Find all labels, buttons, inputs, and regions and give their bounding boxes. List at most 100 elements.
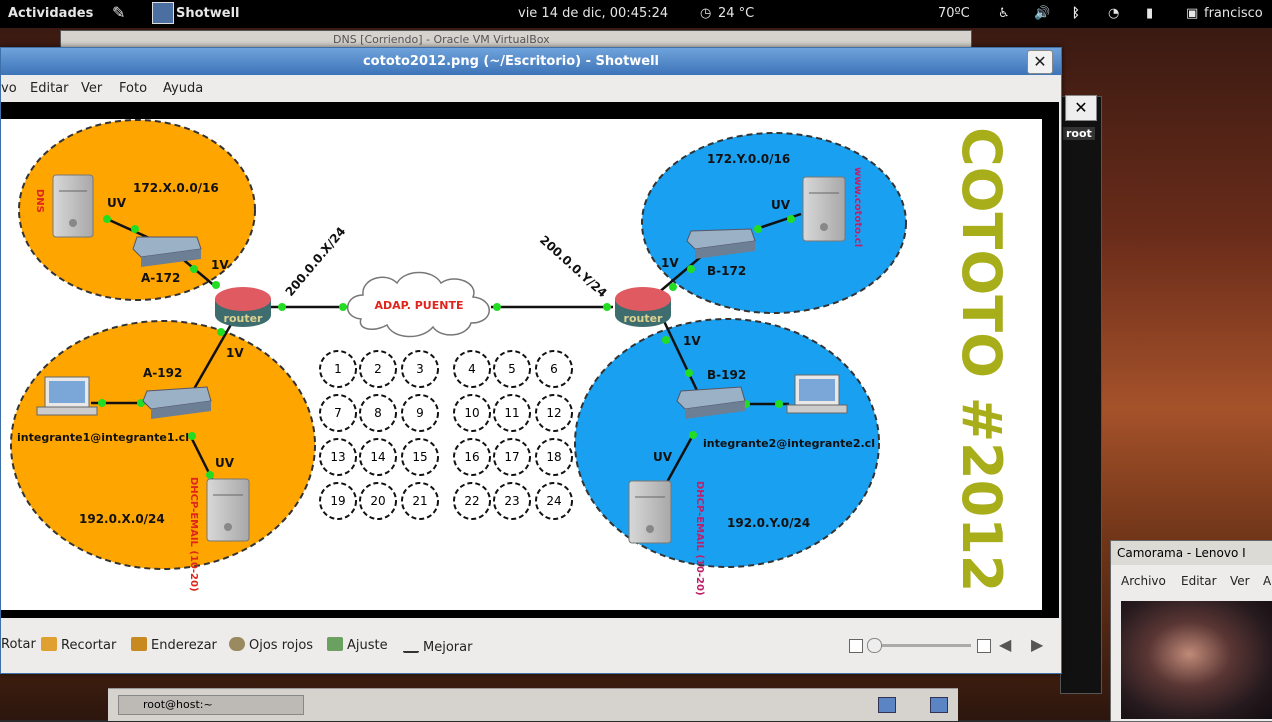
uv-label: UV — [771, 198, 791, 212]
photo-viewer[interactable]: router router ADAP. PUENTE 200.0.0.X/24 … — [1, 102, 1059, 618]
group-number-label: 16 — [464, 450, 479, 464]
title-bar[interactable]: cototo2012.png (~/Escritorio) - Shotwell… — [1, 48, 1061, 75]
host-label: integrante1@integrante1.cl — [17, 431, 189, 444]
laptop-icon — [36, 376, 98, 416]
group-number-label: 2 — [374, 362, 382, 376]
network-label: 172.Y.0.0/16 — [707, 152, 790, 166]
adjust-icon — [327, 637, 343, 651]
wifi-icon[interactable]: ◔ — [1108, 6, 1119, 21]
group-number-label: 19 — [330, 494, 345, 508]
server-label: www.cototo.cl — [852, 167, 863, 247]
diagram-heading: COTOTO #2012 — [950, 127, 1013, 592]
edit-toolbar: Rotar Recortar Enderezar Ojos rojos Ajus… — [1, 623, 1059, 673]
workspace-icon[interactable] — [878, 697, 896, 713]
menu-bar: vo Editar Ver Foto Ayuda — [1, 75, 1061, 101]
server-icon — [802, 176, 846, 242]
battery-icon[interactable]: ▮ — [1146, 6, 1153, 21]
rotate-button[interactable]: Rotar — [1, 637, 36, 652]
terminal-tab-root[interactable]: root — [1063, 127, 1095, 140]
menu-ver[interactable]: Ver — [81, 81, 102, 96]
left-wan-label: 200.0.0.X/24 — [283, 224, 349, 299]
vlan-label: 1V — [661, 256, 679, 270]
camorama-menu-more[interactable]: A — [1263, 574, 1271, 588]
bluetooth-icon[interactable]: ᛒ — [1072, 6, 1080, 21]
group-number-label: 23 — [504, 494, 519, 508]
red-eye-button[interactable]: Ojos rojos — [229, 637, 313, 653]
app-foot-icon: ✎ — [112, 3, 126, 22]
group-number-label: 3 — [416, 362, 424, 376]
next-photo-icon[interactable]: ▶ — [1031, 635, 1043, 654]
straighten-icon — [131, 637, 147, 651]
weather-text[interactable]: 24 °C — [718, 6, 754, 21]
accessibility-icon[interactable]: ♿ — [998, 6, 1010, 21]
camorama-title: Camorama - Lenovo I — [1117, 546, 1246, 560]
network-diagram-image: router router ADAP. PUENTE 200.0.0.X/24 … — [1, 119, 1042, 610]
webcam-preview — [1121, 601, 1272, 719]
camorama-menu-archivo[interactable]: Archivo — [1121, 574, 1166, 588]
shotwell-window: cototo2012.png (~/Escritorio) - Shotwell… — [0, 47, 1062, 674]
bottom-taskbar: root@host:~ — [108, 688, 958, 721]
crop-button[interactable]: Recortar — [41, 637, 116, 653]
volume-icon[interactable]: 🔊 — [1034, 6, 1050, 21]
menu-archivo[interactable]: vo — [1, 81, 17, 96]
close-button[interactable]: ✕ — [1027, 50, 1053, 74]
bridge-label: ADAP. PUENTE — [375, 299, 464, 312]
host-label: integrante2@integrante2.cl — [703, 437, 875, 450]
group-number-label: 4 — [468, 362, 476, 376]
group-number-label: 13 — [330, 450, 345, 464]
group-number-grid: 1 2 3 4 5 67 8 9 10 11 1213 14 15 16 17 1819 20 21 22 23 24 — [319, 350, 573, 520]
uv-label: UV — [653, 450, 673, 464]
uv-label: UV — [107, 196, 127, 210]
shotwell-app-icon — [152, 2, 174, 24]
cpu-temperature[interactable]: 70ºC — [938, 6, 970, 21]
group-number-label: 20 — [370, 494, 385, 508]
camorama-menu-bar: Archivo Editar Ver A — [1111, 569, 1272, 593]
server-label: DHCP-EMAIL (10-20) — [188, 477, 199, 592]
menu-foto[interactable]: Foto — [119, 81, 147, 96]
terminal-window-behind[interactable]: ✕ root — [1060, 95, 1102, 694]
server-label: DHCP-EMAIL (10-20) — [694, 481, 705, 596]
user-icon: ▣ — [1186, 6, 1199, 21]
adjust-button[interactable]: Ajuste — [327, 637, 388, 653]
server-icon — [206, 478, 250, 542]
menu-editar[interactable]: Editar — [30, 81, 69, 96]
right-wan-label: 200.0.0.Y/24 — [537, 233, 610, 300]
activities-button[interactable]: Actividades — [8, 6, 93, 21]
straighten-button[interactable]: Enderezar — [131, 637, 217, 653]
zoom-slider[interactable] — [869, 644, 971, 647]
camorama-menu-ver[interactable]: Ver — [1230, 574, 1250, 588]
vlan-label: 1V — [683, 334, 701, 348]
app-menu[interactable]: Shotwell — [176, 6, 240, 21]
group-number-label: 5 — [508, 362, 516, 376]
weather-icon: ◷ — [700, 6, 712, 21]
workspace-icon[interactable] — [930, 697, 948, 713]
router-right: router — [615, 287, 671, 327]
group-number-label: 15 — [412, 450, 427, 464]
switch-label: A-192 — [143, 366, 182, 380]
camorama-window[interactable]: Camorama - Lenovo I Archivo Editar Ver A — [1110, 540, 1272, 722]
switch-label: B-192 — [707, 368, 746, 382]
group-number-label: 10 — [464, 406, 479, 420]
zoom-out-icon[interactable] — [849, 639, 863, 653]
previous-photo-icon[interactable]: ◀ — [999, 635, 1011, 654]
cloud-bridge: ADAP. PUENTE — [347, 271, 490, 338]
group-number-label: 18 — [546, 450, 561, 464]
clock[interactable]: vie 14 de dic, 00:45:24 — [518, 6, 668, 21]
router-label: router — [224, 312, 264, 325]
zoom-in-icon[interactable] — [977, 639, 991, 653]
camorama-title-bar[interactable]: Camorama - Lenovo I — [1111, 541, 1272, 565]
enhance-icon — [403, 637, 419, 653]
group-number-label: 17 — [504, 450, 519, 464]
top-panel: Actividades ✎ Shotwell vie 14 de dic, 00… — [0, 0, 1272, 28]
crop-icon — [41, 637, 57, 651]
group-number-label: 7 — [334, 406, 342, 420]
camorama-menu-editar[interactable]: Editar — [1181, 574, 1217, 588]
zoom-slider-handle[interactable] — [867, 638, 882, 653]
terminal-close-button[interactable]: ✕ — [1065, 95, 1097, 121]
user-menu[interactable]: francisco — [1204, 6, 1263, 21]
menu-ayuda[interactable]: Ayuda — [163, 81, 203, 96]
taskbar-terminal-item[interactable]: root@host:~ — [118, 695, 304, 715]
zone-bottom-left — [10, 320, 316, 570]
network-label: 172.X.0.0/16 — [133, 181, 219, 195]
enhance-button[interactable]: Mejorar — [403, 637, 472, 655]
